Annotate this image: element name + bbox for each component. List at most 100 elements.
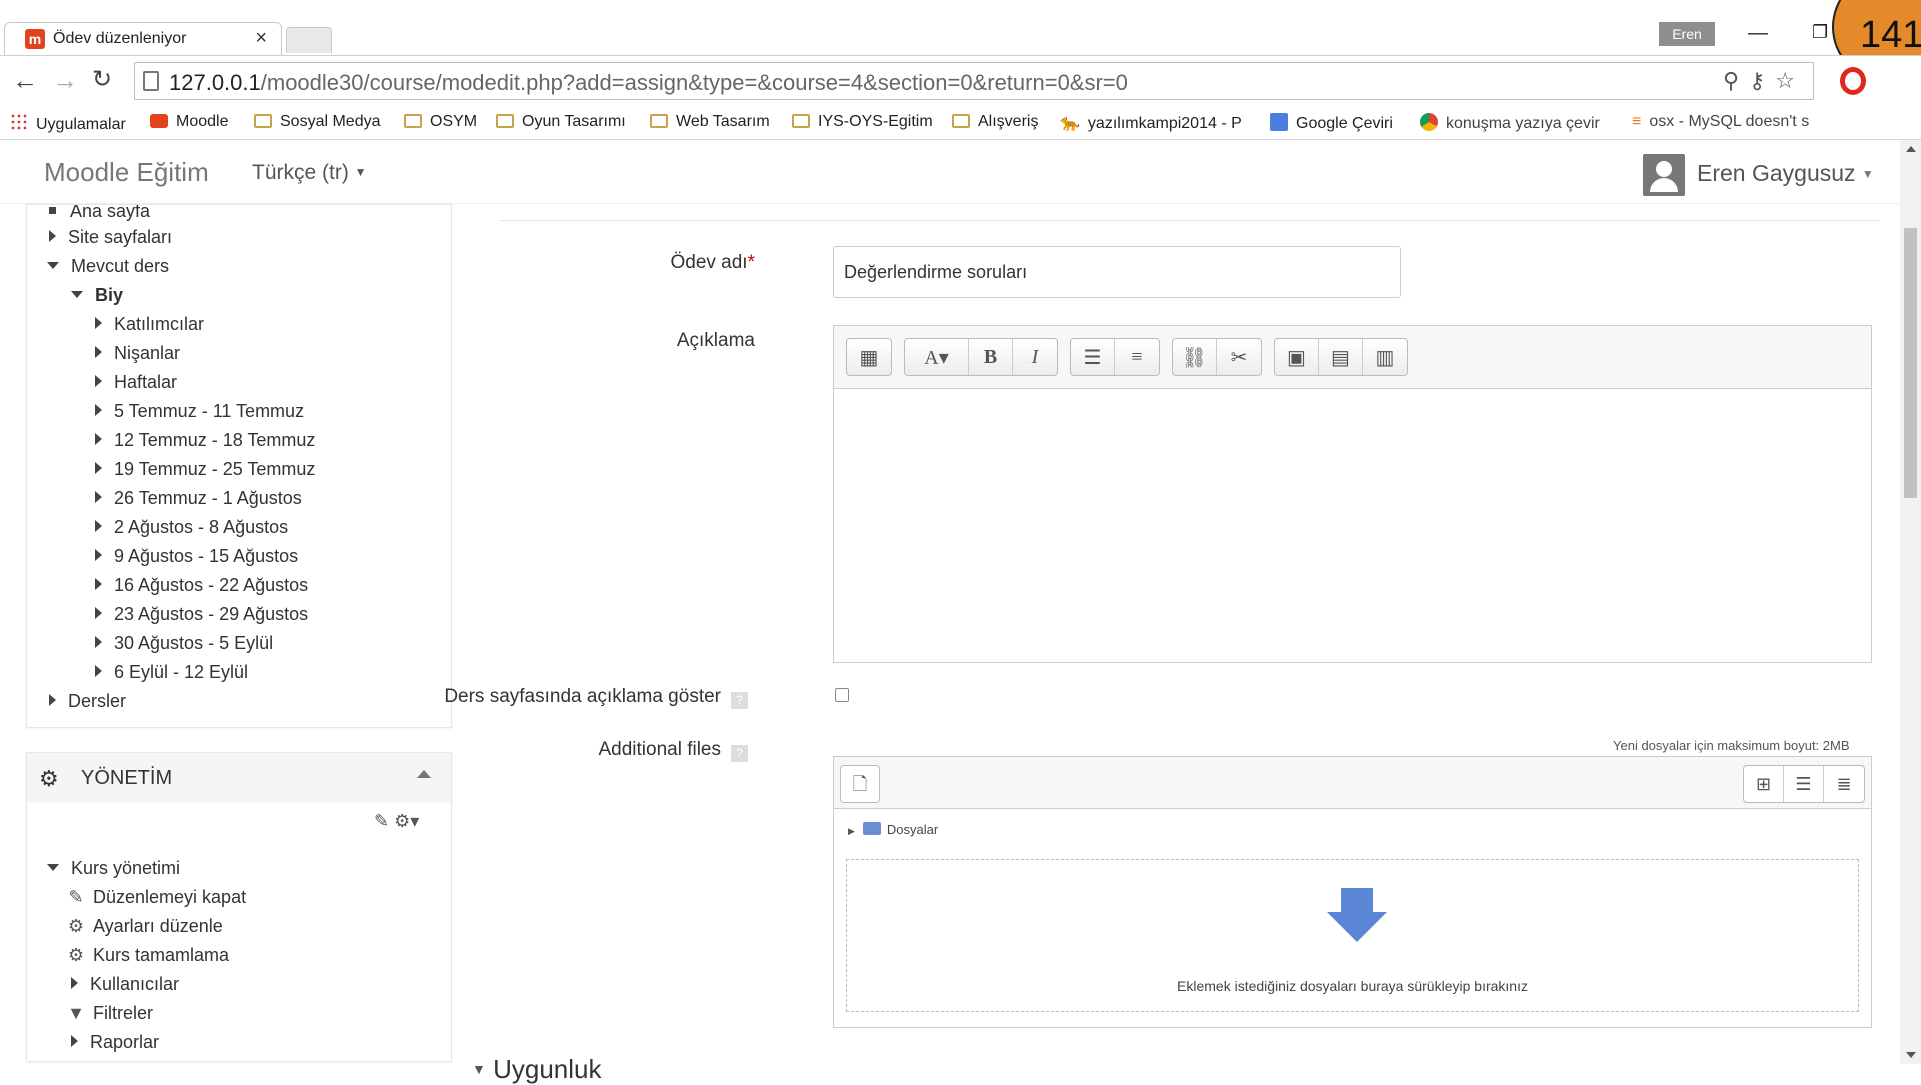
- scroll-thumb[interactable]: [1904, 228, 1917, 498]
- tree-item-weeks[interactable]: Haftalar: [95, 372, 177, 393]
- minimize-icon[interactable]: —: [1748, 22, 1768, 45]
- block-actions: ✎ ⚙▾: [374, 811, 419, 832]
- collapse-block-icon[interactable]: [417, 770, 431, 778]
- file-dropzone[interactable]: Eklemek istediğiniz dosyaları buraya sür…: [846, 859, 1859, 1012]
- tree-item-week[interactable]: 5 Temmuz - 11 Temmuz: [95, 401, 304, 422]
- media-icon[interactable]: ▤: [1319, 339, 1363, 375]
- tree-item-current-course[interactable]: Mevcut ders: [47, 256, 169, 277]
- tree-item-courses[interactable]: Dersler: [49, 691, 126, 712]
- bookmark-folder-osym[interactable]: OSYM: [404, 113, 477, 131]
- tree-item-participants[interactable]: Katılımcılar: [95, 314, 204, 335]
- expand-icon: [95, 636, 102, 648]
- back-icon[interactable]: ←: [12, 65, 38, 96]
- folder-path[interactable]: ▶ Dosyalar: [848, 822, 938, 837]
- tree-item-week[interactable]: 23 Ağustos - 29 Ağustos: [95, 604, 308, 625]
- forward-icon[interactable]: →: [52, 65, 78, 96]
- admin-item-users[interactable]: Kullanıcılar: [71, 974, 179, 995]
- bookmark-yazilimkampi[interactable]: 🐆 yazılımkampi2014 - P: [1060, 113, 1242, 133]
- administration-block: ⚙ YÖNETİM ✎ ⚙▾ Kurs yönetimi ✎ Düzenlemey…: [26, 752, 452, 1062]
- ordered-list-icon[interactable]: ≡: [1115, 339, 1159, 375]
- bold-icon[interactable]: B: [969, 339, 1013, 375]
- address-bar[interactable]: 127.0.0.1/moodle30/course/modedit.php?ad…: [134, 62, 1814, 100]
- tree-item-site-pages[interactable]: Site sayfaları: [49, 227, 172, 248]
- move-icon[interactable]: ✎: [374, 811, 389, 831]
- language-menu[interactable]: Türkçe (tr) ▼: [252, 161, 367, 185]
- tree-item-week[interactable]: 16 Ağustos - 22 Ağustos: [95, 575, 308, 596]
- admin-item-course-admin[interactable]: Kurs yönetimi: [47, 858, 180, 879]
- tree-item-week[interactable]: 26 Temmuz - 1 Ağustos: [95, 488, 302, 509]
- bookmark-folder-alisveris[interactable]: Alışveriş: [952, 113, 1038, 131]
- bookmark-folder-sosyal-medya[interactable]: Sosyal Medya: [254, 113, 381, 131]
- admin-item-edit-settings[interactable]: ⚙ Ayarları düzenle: [67, 916, 223, 937]
- apps-grid-icon: [10, 113, 28, 131]
- icons-view-icon[interactable]: ⊞: [1744, 766, 1784, 802]
- site-brand[interactable]: Moodle Eğitim: [44, 157, 209, 188]
- opera-extension-icon[interactable]: [1840, 67, 1866, 95]
- admin-item-course-completion[interactable]: ⚙ Kurs tamamlama: [67, 945, 229, 966]
- toolbar-group: ☰ ≡: [1070, 338, 1160, 376]
- tree-item-week[interactable]: 30 Ağustos - 5 Eylül: [95, 633, 273, 654]
- restore-icon[interactable]: ❐: [1812, 22, 1828, 43]
- admin-item-turn-editing-off[interactable]: ✎ Düzenlemeyi kapat: [67, 887, 246, 908]
- bookmark-apps[interactable]: Uygulamalar: [10, 113, 126, 134]
- list-view-icon[interactable]: ☰: [1784, 766, 1824, 802]
- tree-item-course-biy[interactable]: Biy: [71, 285, 123, 306]
- profile-button[interactable]: Eren: [1659, 22, 1715, 46]
- italic-icon[interactable]: I: [1013, 339, 1057, 375]
- file-manager-icon[interactable]: ▥: [1363, 339, 1407, 375]
- bookmarks-bar: Uygulamalar Moodle Sosyal Medya OSYM Oyu…: [0, 105, 1921, 140]
- browser-tab[interactable]: m Ödev düzenleniyor ×: [4, 22, 282, 55]
- tree-item-week[interactable]: 12 Temmuz - 18 Temmuz: [95, 430, 315, 451]
- folder-icon: [496, 114, 514, 128]
- reload-icon[interactable]: ↻: [92, 65, 112, 94]
- help-icon[interactable]: ?: [731, 692, 748, 709]
- assignment-name-input[interactable]: [833, 246, 1401, 298]
- bookmark-google-ceviri[interactable]: Google Çeviri: [1270, 113, 1393, 133]
- help-icon[interactable]: ?: [731, 745, 748, 762]
- admin-item-filters[interactable]: ▼ Filtreler: [67, 1003, 153, 1024]
- scroll-down-icon[interactable]: [1906, 1052, 1916, 1058]
- expand-icon: [95, 578, 102, 590]
- bookmark-folder-oyun-tasarimi[interactable]: Oyun Tasarımı: [496, 113, 626, 131]
- star-icon[interactable]: ☆: [1775, 68, 1805, 93]
- caret-down-icon: ▼: [1861, 167, 1874, 181]
- show-description-checkbox[interactable]: [835, 688, 849, 702]
- scroll-up-icon[interactable]: [1906, 146, 1916, 152]
- bookmark-folder-web-tasarim[interactable]: Web Tasarım: [650, 113, 770, 131]
- user-menu[interactable]: Eren Gaygusuz ▼: [1697, 160, 1874, 187]
- browser-tab-strip: m Ödev düzenleniyor × Eren — ❐ 141: [0, 0, 1921, 82]
- image-icon[interactable]: ▣: [1275, 339, 1319, 375]
- key-icon[interactable]: ⚷: [1749, 68, 1775, 93]
- additional-files-label: Additional files?: [598, 739, 748, 762]
- unordered-list-icon[interactable]: ☰: [1071, 339, 1115, 375]
- url-text[interactable]: 127.0.0.1/moodle30/course/modedit.php?ad…: [169, 70, 1128, 96]
- chrome-icon: [1420, 113, 1438, 131]
- unlink-icon[interactable]: ✂: [1217, 339, 1261, 375]
- toolbar-toggle-icon[interactable]: ▦: [847, 339, 891, 375]
- tab-close-icon[interactable]: ×: [255, 27, 267, 50]
- tree-item-badges[interactable]: Nişanlar: [95, 343, 180, 364]
- bookmark-konusma[interactable]: konuşma yazıya çevir: [1420, 113, 1600, 133]
- bookmark-folder-iys-oys[interactable]: IYS-OYS-Egitim: [792, 113, 933, 131]
- avatar[interactable]: [1643, 154, 1685, 196]
- zoom-icon[interactable]: ⚲: [1723, 68, 1749, 93]
- actions-gear-icon[interactable]: ⚙▾: [394, 811, 419, 831]
- add-file-icon[interactable]: 🗋: [840, 765, 880, 803]
- bookmark-moodle[interactable]: Moodle: [150, 113, 228, 131]
- page-scrollbar[interactable]: [1900, 140, 1921, 1064]
- toolbar-group: A▾ B I: [904, 338, 1058, 376]
- tree-item-week[interactable]: 2 Ağustos - 8 Ağustos: [95, 517, 288, 538]
- tree-item-week[interactable]: 19 Temmuz - 25 Temmuz: [95, 459, 315, 480]
- new-tab-button[interactable]: [286, 27, 332, 53]
- admin-item-reports[interactable]: Raporlar: [71, 1032, 159, 1053]
- description-editor[interactable]: ▦ A▾ B I ☰ ≡ ⛓ ✂ ▣ ▤ ▥: [833, 325, 1872, 663]
- bookmark-osx-mysql[interactable]: ≡ osx - MySQL doesn't s: [1632, 113, 1809, 131]
- tree-item-week[interactable]: 9 Ağustos - 15 Ağustos: [95, 546, 298, 567]
- font-style-icon[interactable]: A▾: [905, 339, 969, 375]
- tree-item-home[interactable]: Ana sayfa: [49, 205, 150, 222]
- link-icon[interactable]: ⛓: [1173, 339, 1217, 375]
- section-availability[interactable]: ▼ Uygunluk: [472, 1054, 602, 1085]
- tree-view-icon[interactable]: ≣: [1824, 766, 1864, 802]
- tree-item-week[interactable]: 6 Eylül - 12 Eylül: [95, 662, 248, 683]
- url-host: 127.0.0.1: [169, 70, 261, 95]
